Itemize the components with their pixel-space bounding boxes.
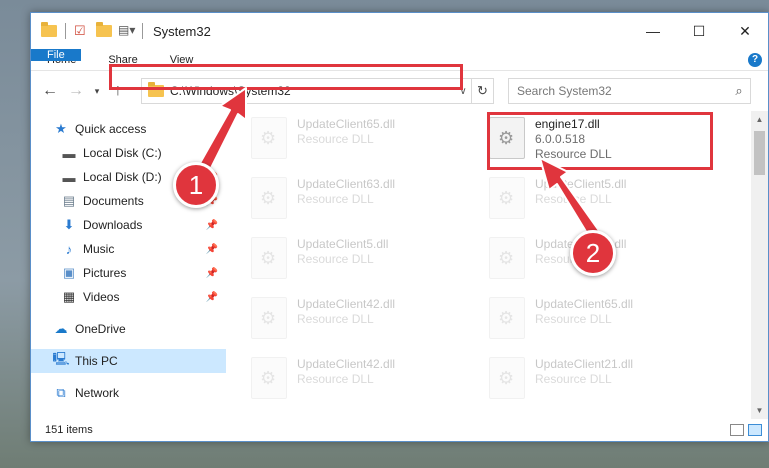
- arrow-to-file: [539, 157, 601, 239]
- step-1-badge: 1: [173, 162, 219, 208]
- annotation-arrows: [194, 87, 601, 239]
- step-2-badge: 2: [570, 230, 616, 276]
